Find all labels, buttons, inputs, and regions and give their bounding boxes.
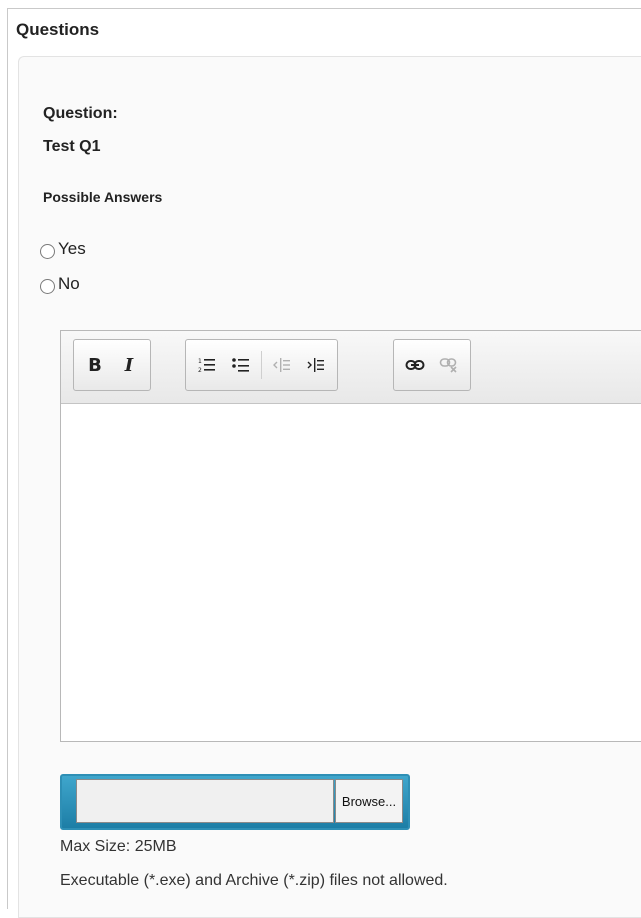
link-icon[interactable]	[401, 351, 429, 379]
increase-indent-icon[interactable]	[302, 351, 330, 379]
answer-option-no[interactable]: No	[40, 273, 80, 294]
answer-label-yes: Yes	[58, 238, 86, 258]
svg-text:1: 1	[198, 358, 202, 365]
section-title: Questions	[16, 20, 100, 39]
possible-answers-heading: Possible Answers	[43, 189, 163, 205]
toolbar-group-lists: 1 2	[185, 339, 338, 391]
rich-text-editor: B I 1 2	[60, 330, 641, 742]
toolbar-group-links	[393, 339, 471, 391]
unlink-icon[interactable]	[435, 351, 463, 379]
radio-yes[interactable]	[40, 244, 55, 259]
svg-text:2: 2	[198, 367, 202, 373]
file-restriction-note: Executable (*.exe) and Archive (*.zip) f…	[60, 872, 448, 889]
bulleted-list-icon[interactable]	[227, 351, 255, 379]
file-upload-control: Browse...	[60, 774, 410, 830]
italic-icon[interactable]: I	[115, 351, 143, 379]
browse-button[interactable]: Browse...	[335, 779, 403, 823]
max-size-note: Max Size: 25MB	[60, 838, 177, 855]
question-label: Question:	[43, 105, 118, 122]
toolbar-separator	[261, 351, 262, 379]
radio-no[interactable]	[40, 279, 55, 294]
editor-content-area[interactable]	[61, 404, 641, 741]
question-text: Test Q1	[43, 138, 101, 155]
decrease-indent-icon[interactable]	[268, 351, 296, 379]
bold-icon[interactable]: B	[81, 351, 109, 379]
toolbar-group-format: B I	[73, 339, 151, 391]
editor-toolbar: B I 1 2	[61, 331, 641, 404]
answer-label-no: No	[58, 273, 80, 293]
file-path-field[interactable]	[76, 779, 334, 823]
numbered-list-icon[interactable]: 1 2	[193, 351, 221, 379]
answer-option-yes[interactable]: Yes	[40, 238, 86, 259]
